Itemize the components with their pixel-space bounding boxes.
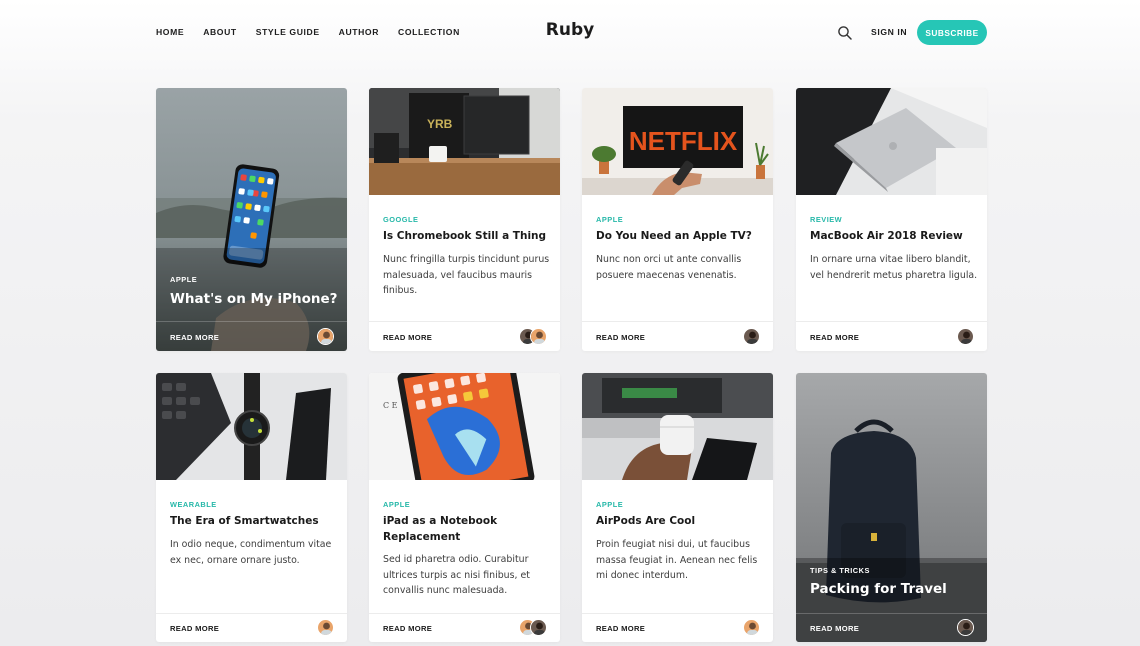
read-more-link[interactable]: READ MORE — [810, 624, 859, 633]
post-tag[interactable]: TIPS & TRICKS — [810, 566, 870, 575]
post-image-macbook — [796, 88, 987, 195]
post-image-airpods — [582, 373, 773, 480]
avatar[interactable] — [317, 328, 334, 345]
post-excerpt: In ornare urna vitae libero blandit, vel… — [810, 254, 978, 281]
post-excerpt: Proin feugiat nisi dui, ut faucibus mass… — [596, 539, 758, 581]
read-more-link[interactable]: READ MORE — [596, 624, 645, 633]
post-image-apple-tv: NETFLIX — [582, 88, 773, 195]
read-more-link[interactable]: READ MORE — [810, 333, 859, 342]
read-more-link[interactable]: READ MORE — [383, 333, 432, 342]
post-card-whats-on-my-iphone[interactable]: APPLE What's on My iPhone? READ MORE — [156, 88, 347, 351]
svg-text:NETFLIX: NETFLIX — [629, 126, 738, 156]
post-card-ipad[interactable]: C E APPLE iPad as a Notebook Replacement… — [369, 373, 560, 642]
post-tag[interactable]: GOOGLE — [383, 215, 418, 224]
author-avatars — [957, 619, 974, 636]
post-image-chromebook: YRB — [369, 88, 560, 195]
svg-text:C E: C E — [383, 401, 398, 410]
author-avatars — [519, 328, 547, 345]
post-tag[interactable]: APPLE — [596, 500, 623, 509]
avatar[interactable] — [743, 328, 760, 345]
post-title[interactable]: Do You Need an Apple TV? — [596, 229, 766, 245]
post-card-smartwatches[interactable]: WEARABLE The Era of Smartwatches In odio… — [156, 373, 347, 642]
read-more-link[interactable]: READ MORE — [170, 624, 219, 633]
avatar[interactable] — [957, 328, 974, 345]
post-tag[interactable]: WEARABLE — [170, 500, 217, 509]
post-card-chromebook[interactable]: YRB GOOGLE Is Chromebook Still a Thing N… — [369, 88, 560, 351]
avatar[interactable] — [530, 619, 547, 636]
post-title[interactable]: iPad as a Notebook Replacement — [383, 514, 553, 545]
post-excerpt: Sed id pharetra odio. Curabitur ultrices… — [383, 554, 530, 596]
post-card-packing-for-travel[interactable]: TIPS & TRICKS Packing for Travel READ MO… — [796, 373, 987, 642]
author-avatars — [519, 619, 547, 636]
card-divider — [582, 613, 773, 614]
post-tag[interactable]: REVIEW — [810, 215, 842, 224]
post-title[interactable]: The Era of Smartwatches — [170, 514, 340, 530]
site-header: HOME ABOUT STYLE GUIDE AUTHOR COLLECTION… — [0, 0, 1140, 66]
avatar[interactable] — [317, 619, 334, 636]
card-divider — [369, 321, 560, 322]
avatar[interactable] — [743, 619, 760, 636]
read-more-link[interactable]: READ MORE — [383, 624, 432, 633]
author-avatars — [743, 619, 760, 636]
post-title[interactable]: Packing for Travel — [810, 580, 980, 598]
post-tag[interactable]: APPLE — [596, 215, 623, 224]
avatar[interactable] — [530, 328, 547, 345]
post-title[interactable]: AirPods Are Cool — [596, 514, 766, 530]
post-title[interactable]: MacBook Air 2018 Review — [810, 229, 980, 245]
author-avatars — [743, 328, 760, 345]
avatar[interactable] — [957, 619, 974, 636]
post-card-macbook-air[interactable]: REVIEW MacBook Air 2018 Review In ornare… — [796, 88, 987, 351]
post-excerpt: Nunc non orci ut ante convallis posuere … — [596, 254, 742, 281]
post-title[interactable]: What's on My iPhone? — [170, 290, 340, 308]
svg-text:YRB: YRB — [427, 117, 453, 131]
post-tag[interactable]: APPLE — [170, 275, 197, 284]
post-title[interactable]: Is Chromebook Still a Thing — [383, 229, 553, 245]
post-excerpt: Nunc fringilla turpis tincidunt purus ma… — [383, 254, 550, 296]
author-avatars — [957, 328, 974, 345]
card-divider — [796, 321, 987, 322]
author-avatars — [317, 328, 334, 345]
post-image-iphone — [156, 88, 347, 351]
subscribe-button[interactable]: SUBSCRIBE — [917, 20, 987, 45]
read-more-link[interactable]: READ MORE — [596, 333, 645, 342]
search-icon[interactable] — [837, 25, 853, 41]
post-excerpt: In odio neque, condimentum vitae ex nec,… — [170, 539, 332, 566]
post-card-airpods[interactable]: APPLE AirPods Are Cool Proin feugiat nis… — [582, 373, 773, 642]
card-divider — [156, 321, 347, 322]
post-image-ipad: C E — [369, 373, 560, 480]
read-more-link[interactable]: READ MORE — [170, 333, 219, 342]
card-divider — [156, 613, 347, 614]
post-tag[interactable]: APPLE — [383, 500, 410, 509]
author-avatars — [317, 619, 334, 636]
card-divider — [796, 613, 987, 614]
card-divider — [582, 321, 773, 322]
card-divider — [369, 613, 560, 614]
post-image-backpack — [796, 373, 987, 642]
sign-in-link[interactable]: SIGN IN — [871, 27, 907, 37]
post-card-apple-tv[interactable]: NETFLIX APPLE Do You Need an Apple TV? N… — [582, 88, 773, 351]
post-image-smartwatch — [156, 373, 347, 480]
